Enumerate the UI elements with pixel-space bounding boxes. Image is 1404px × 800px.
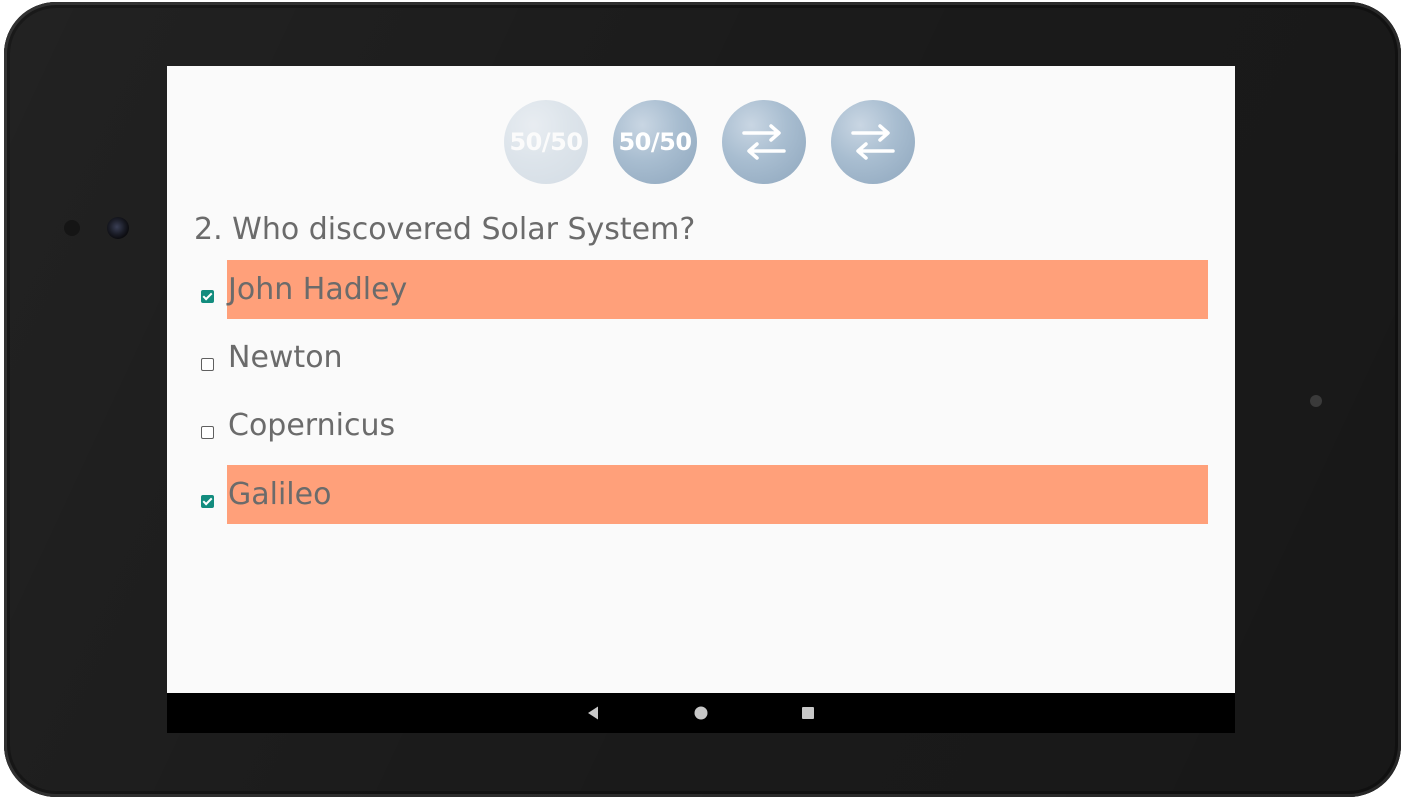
answer-label: Newton: [228, 340, 343, 375]
proximity-sensor: [64, 220, 80, 236]
lifeline-fifty-fifty-1[interactable]: 50/50: [504, 100, 588, 184]
swap-arrows-icon: [742, 124, 786, 160]
lifeline-fifty-fifty-2[interactable]: 50/50: [613, 100, 697, 184]
answer-checkbox[interactable]: [201, 358, 214, 371]
system-navigation-bar: [167, 693, 1235, 733]
answer-checkbox[interactable]: [201, 495, 214, 508]
lifeline-bar: 50/50 50/50: [504, 100, 916, 184]
answer-label: John Hadley: [228, 272, 408, 307]
answer-option-1[interactable]: John Hadley: [197, 260, 1209, 320]
swap-arrows-icon: [851, 124, 895, 160]
nav-recents-button[interactable]: [796, 701, 820, 725]
nav-home-button[interactable]: [689, 701, 713, 725]
question-text: 2. Who discovered Solar System?: [194, 212, 696, 247]
fifty-fifty-icon: 50/50: [618, 128, 692, 156]
recents-square-icon: [802, 707, 814, 719]
lifeline-swap-question-2[interactable]: [831, 100, 915, 184]
back-triangle-icon: [588, 706, 598, 720]
fifty-fifty-icon: 50/50: [509, 128, 583, 156]
answer-option-3[interactable]: Copernicus: [197, 396, 1209, 456]
nav-back-button[interactable]: [581, 701, 605, 725]
answer-highlight: [227, 465, 1208, 524]
front-camera: [107, 217, 129, 239]
answer-highlight: [227, 328, 1208, 387]
answer-option-4[interactable]: Galileo: [197, 465, 1209, 525]
home-circle-icon: [694, 706, 708, 720]
answer-label: Galileo: [228, 477, 332, 512]
app-screen: 50/50 50/50 2. Who discovered Solar Syst…: [167, 66, 1235, 733]
answer-checkbox[interactable]: [201, 290, 214, 303]
answer-option-2[interactable]: Newton: [197, 328, 1209, 388]
notification-led: [1310, 395, 1322, 407]
answer-label: Copernicus: [228, 408, 396, 443]
answer-checkbox[interactable]: [201, 426, 214, 439]
lifeline-swap-question-1[interactable]: [722, 100, 806, 184]
